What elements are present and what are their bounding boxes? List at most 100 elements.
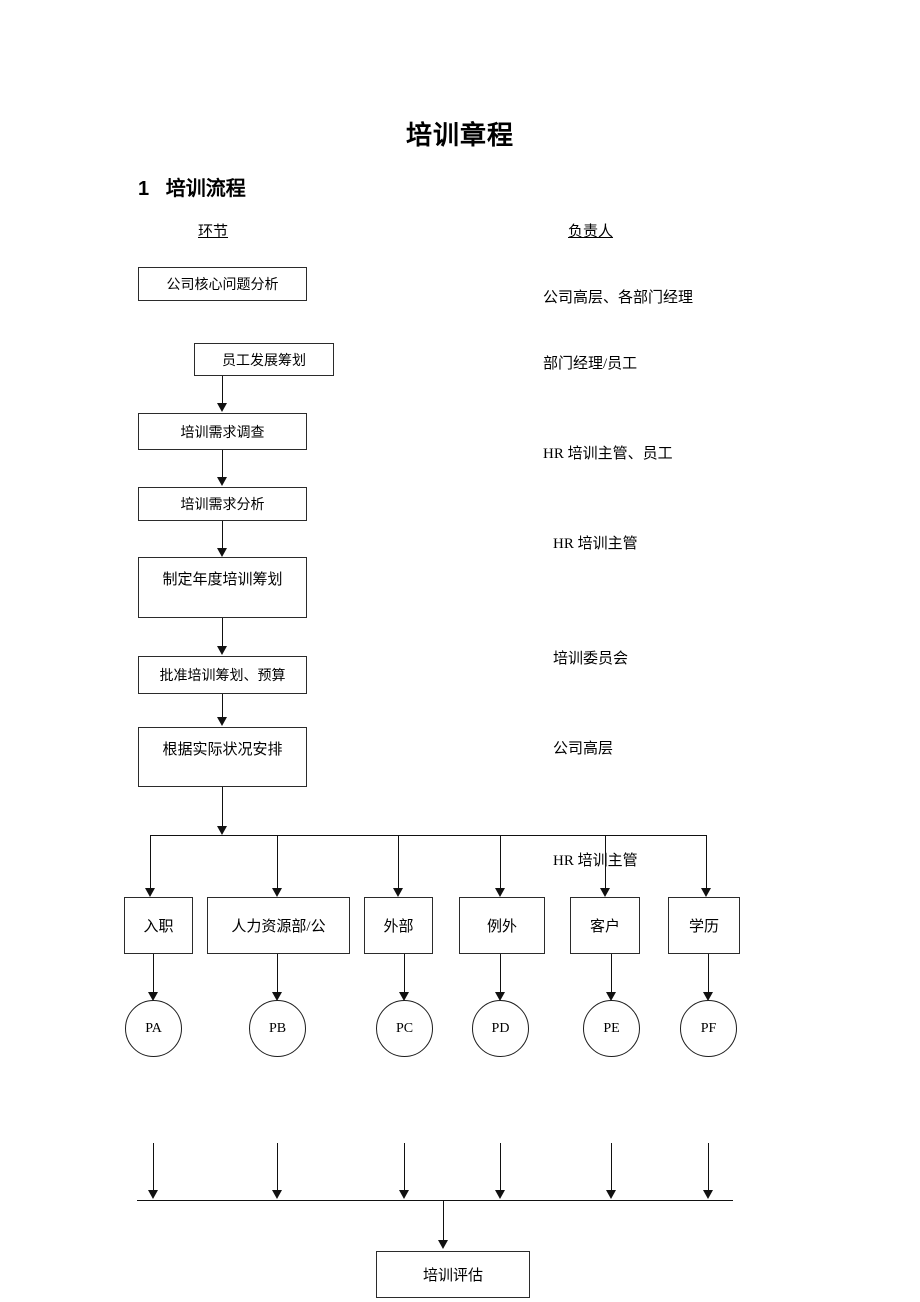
branch-circle-label: PF	[700, 1020, 717, 1036]
flow-node-label: 培训需求调查	[180, 425, 265, 441]
fanout-drop-2	[277, 835, 278, 892]
arrowhead-branch-1	[145, 888, 155, 897]
section-heading: 1 培训流程	[138, 172, 246, 201]
branch-node-exception: 例外	[459, 897, 545, 954]
section-title: 培训流程	[165, 178, 246, 200]
connector-branch3-circle	[404, 954, 405, 995]
branch-circle-pd: PD	[472, 1000, 529, 1057]
owner-label-1: 公司高层、各部门经理	[543, 290, 694, 306]
merge-drop-6	[708, 1143, 709, 1193]
arrowhead-merge-5	[606, 1190, 616, 1199]
owner-label-7: HR 培训主管	[553, 853, 638, 869]
arrowhead-branch-3	[393, 888, 403, 897]
connector-branch5-circle	[611, 954, 612, 995]
owner-label-2: 部门经理/员工	[543, 356, 638, 372]
connector-branch1-circle	[153, 954, 154, 995]
branch-circle-pc: PC	[376, 1000, 433, 1057]
branch-node-label: 入职	[143, 919, 174, 935]
branch-node-label: 例外	[486, 919, 517, 935]
owner-label-3: HR 培训主管、员工	[543, 446, 673, 462]
flow-node-employee-development-planning: 员工发展筹划	[194, 343, 334, 376]
fanout-drop-6	[706, 835, 707, 892]
flow-node-label: 公司核心问题分析	[166, 278, 279, 293]
fanout-drop-3	[398, 835, 399, 892]
arrowhead-step7	[217, 717, 227, 726]
connector-bus-final	[443, 1200, 444, 1242]
document-page: 培训章程 1 培训流程 环节 负责人 公司核心问题分析 员工发展筹划 培训需求调…	[0, 0, 920, 1302]
branch-node-hr-department: 人力资源部/公	[207, 897, 350, 954]
flow-node-training-needs-survey: 培训需求调查	[138, 413, 307, 450]
merge-drop-1	[153, 1143, 154, 1193]
branch-circle-label: PB	[268, 1020, 287, 1036]
branch-circle-pa: PA	[125, 1000, 182, 1057]
branch-node-onboarding: 入职	[124, 897, 193, 954]
flow-node-annual-training-plan: 制定年度培训筹划	[138, 557, 307, 618]
arrowhead-merge-1	[148, 1190, 158, 1199]
flow-node-label: 批准培训筹划、预算	[159, 669, 286, 684]
arrowhead-step6	[217, 646, 227, 655]
flow-node-training-evaluation: 培训评估	[376, 1251, 530, 1298]
owner-label-4: HR 培训主管	[553, 536, 638, 552]
flow-node-label: 培训评估	[422, 1268, 483, 1284]
flow-node-approve-training-plan-budget: 批准培训筹划、预算	[138, 656, 307, 694]
fanout-drop-4	[500, 835, 501, 892]
arrowhead-final	[438, 1240, 448, 1249]
branch-circle-pe: PE	[583, 1000, 640, 1057]
owner-label-6: 公司高层	[553, 741, 614, 757]
connector-step5-step6	[222, 618, 223, 647]
branch-circle-label: PD	[491, 1020, 510, 1036]
connector-branch6-circle	[708, 954, 709, 995]
arrowhead-bus-top	[217, 826, 227, 835]
flow-node-arrange-by-actual-situation: 根据实际状况安排	[138, 727, 307, 787]
merge-bus-line	[137, 1200, 733, 1201]
connector-branch2-circle	[277, 954, 278, 995]
connector-step7-bus	[222, 787, 223, 827]
arrowhead-step4	[217, 477, 227, 486]
page-title: 培训章程	[405, 120, 514, 150]
branch-circle-label: PA	[145, 1020, 162, 1036]
column-header-process: 环节	[198, 224, 229, 240]
merge-drop-3	[404, 1143, 405, 1193]
arrowhead-step5	[217, 548, 227, 557]
branch-circle-label: PC	[395, 1020, 414, 1036]
connector-step6-step7	[222, 694, 223, 718]
arrowhead-branch-2	[272, 888, 282, 897]
branch-node-education: 学历	[668, 897, 740, 954]
flow-node-label: 制定年度培训筹划	[162, 572, 283, 588]
branch-node-label: 人力资源部/公	[231, 919, 326, 935]
branch-circle-label: PE	[603, 1020, 620, 1036]
arrowhead-merge-3	[399, 1190, 409, 1199]
flow-node-label: 根据实际状况安排	[162, 742, 283, 758]
connector-step3-step4	[222, 450, 223, 478]
flow-node-training-needs-analysis: 培训需求分析	[138, 487, 307, 521]
owner-label-5: 培训委员会	[553, 651, 629, 667]
arrowhead-step3	[217, 403, 227, 412]
merge-drop-5	[611, 1143, 612, 1193]
merge-drop-2	[277, 1143, 278, 1193]
merge-drop-4	[500, 1143, 501, 1193]
branch-node-label: 外部	[383, 919, 414, 935]
flow-node-company-core-issue-analysis: 公司核心问题分析	[138, 267, 307, 301]
branch-node-customer: 客户	[570, 897, 640, 954]
column-header-owner: 负责人	[568, 224, 614, 240]
branch-node-label: 学历	[688, 919, 719, 935]
arrowhead-branch-4	[495, 888, 505, 897]
arrowhead-branch-6	[701, 888, 711, 897]
connector-step2-step3	[222, 376, 223, 405]
branch-node-external: 外部	[364, 897, 433, 954]
arrowhead-merge-6	[703, 1190, 713, 1199]
section-number: 1	[138, 178, 150, 200]
branch-node-label: 客户	[589, 919, 620, 935]
fanout-drop-5	[605, 835, 606, 892]
connector-branch4-circle	[500, 954, 501, 995]
branch-circle-pb: PB	[249, 1000, 306, 1057]
arrowhead-merge-4	[495, 1190, 505, 1199]
connector-step4-step5	[222, 521, 223, 549]
fanout-drop-1	[150, 835, 151, 892]
flow-node-label: 培训需求分析	[180, 498, 265, 513]
fanout-bus-line	[150, 835, 707, 836]
branch-circle-pf: PF	[680, 1000, 737, 1057]
flow-node-label: 员工发展筹划	[222, 353, 306, 369]
arrowhead-merge-2	[272, 1190, 282, 1199]
arrowhead-branch-5	[600, 888, 610, 897]
